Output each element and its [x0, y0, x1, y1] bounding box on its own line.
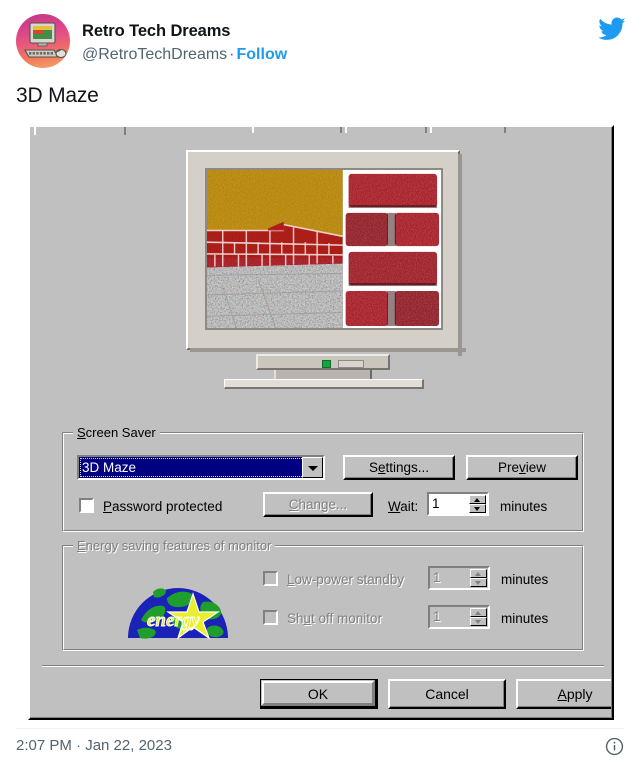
change-password-label: Change... [288, 497, 348, 512]
shut-off-monitor-value: 1 [433, 609, 441, 624]
preview-button[interactable]: Preview [466, 455, 578, 480]
info-circle-icon[interactable] [605, 737, 624, 756]
3d-maze-preview-image [207, 170, 441, 328]
spinner-down-icon [470, 617, 487, 626]
chevron-down-icon[interactable] [302, 457, 323, 478]
follow-button[interactable]: Follow [237, 46, 288, 63]
wait-minutes-stepper[interactable]: 1 [427, 492, 489, 516]
energy-saving-group: Energy saving features of monitor energy… [62, 538, 584, 651]
tab-background[interactable] [34, 127, 126, 135]
wait-spinner-buttons[interactable] [469, 495, 486, 513]
spinner-up-icon[interactable] [469, 495, 486, 504]
monitor-power-button [338, 360, 364, 368]
energy-star-logo: energy [123, 568, 233, 640]
change-password-button: Change... [263, 492, 373, 517]
twitter-bird-icon [598, 15, 626, 43]
cancel-button-label: Cancel [425, 686, 469, 702]
spinner-up-icon [470, 608, 487, 617]
ok-button[interactable]: OK [260, 679, 378, 709]
account-handle[interactable]: @RetroTechDreams [82, 46, 227, 63]
power-led-icon [322, 360, 331, 368]
tab-screen-saver[interactable] [252, 127, 342, 133]
low-power-standby-checkbox [263, 571, 278, 586]
password-protected-checkbox[interactable] [79, 498, 94, 513]
display-properties-dialog: Screen Saver 3D Maze Settings... Preview… [28, 125, 614, 720]
cancel-button[interactable]: Cancel [388, 679, 506, 709]
tab-settings[interactable] [430, 127, 506, 133]
display-properties-dialog-wrapper: Screen Saver 3D Maze Settings... Preview… [22, 120, 618, 724]
spinner-down-icon [470, 578, 487, 587]
monitor-screen[interactable] [205, 168, 443, 330]
wait-label: Wait: [388, 499, 419, 514]
account-meta-line: @RetroTechDreams · Follow [82, 46, 287, 64]
screen-saver-group-title: Screen Saver [73, 425, 160, 440]
low-power-spinner-buttons [470, 569, 487, 587]
tweet-header: Retro Tech Dreams @RetroTechDreams · Follo… [0, 0, 640, 80]
shut-off-monitor-checkbox [263, 610, 278, 625]
monitor-bezel [186, 150, 466, 356]
tab-strip [30, 127, 612, 135]
tweet-timestamp[interactable]: 2:07 PM · Jan 22, 2023 [16, 737, 172, 754]
svg-text:energy: energy [147, 610, 200, 631]
energy-saving-group-title: Energy saving features of monitor [73, 538, 276, 553]
tweet-body-text: 3D Maze [16, 84, 99, 107]
spinner-up-icon [470, 569, 487, 578]
apply-button-label: Apply [557, 686, 593, 702]
shut-off-monitor-stepper: 1 [428, 605, 490, 629]
screen-saver-group: Screen Saver 3D Maze Settings... Preview… [62, 425, 584, 532]
wait-minutes-value[interactable]: 1 [432, 495, 440, 513]
spinner-down-icon[interactable] [469, 504, 486, 513]
meta-separator: · [229, 46, 235, 63]
ok-button-label: OK [262, 681, 374, 705]
screen-saver-combobox[interactable]: 3D Maze [77, 455, 325, 480]
shut-off-monitor-label: Shut off monitor [287, 611, 383, 626]
shut-off-units-label: minutes [501, 611, 549, 626]
avatar[interactable] [16, 14, 70, 68]
shut-off-spinner-buttons [470, 608, 487, 626]
low-power-units-label: minutes [501, 572, 549, 587]
monitor-base [224, 379, 424, 389]
dialog-separator [42, 665, 604, 667]
apply-button[interactable]: Apply [516, 679, 612, 709]
screen-saver-selected-value[interactable]: 3D Maze [79, 457, 305, 478]
tab-appearance[interactable] [345, 127, 427, 133]
preview-button-label: Preview [497, 460, 547, 475]
monitor-neck [256, 354, 390, 370]
footer-divider [16, 728, 624, 729]
low-power-standby-stepper: 1 [428, 566, 490, 590]
monitor-preview [186, 150, 466, 389]
low-power-standby-label: Low-power standby [287, 572, 405, 587]
wait-units-label: minutes [500, 499, 548, 514]
account-display-name[interactable]: Retro Tech Dreams [82, 22, 230, 41]
settings-button[interactable]: Settings... [343, 455, 455, 480]
password-protected-label[interactable]: Password protected [103, 499, 222, 514]
low-power-standby-value: 1 [433, 570, 441, 585]
settings-button-label: Settings... [368, 460, 430, 475]
